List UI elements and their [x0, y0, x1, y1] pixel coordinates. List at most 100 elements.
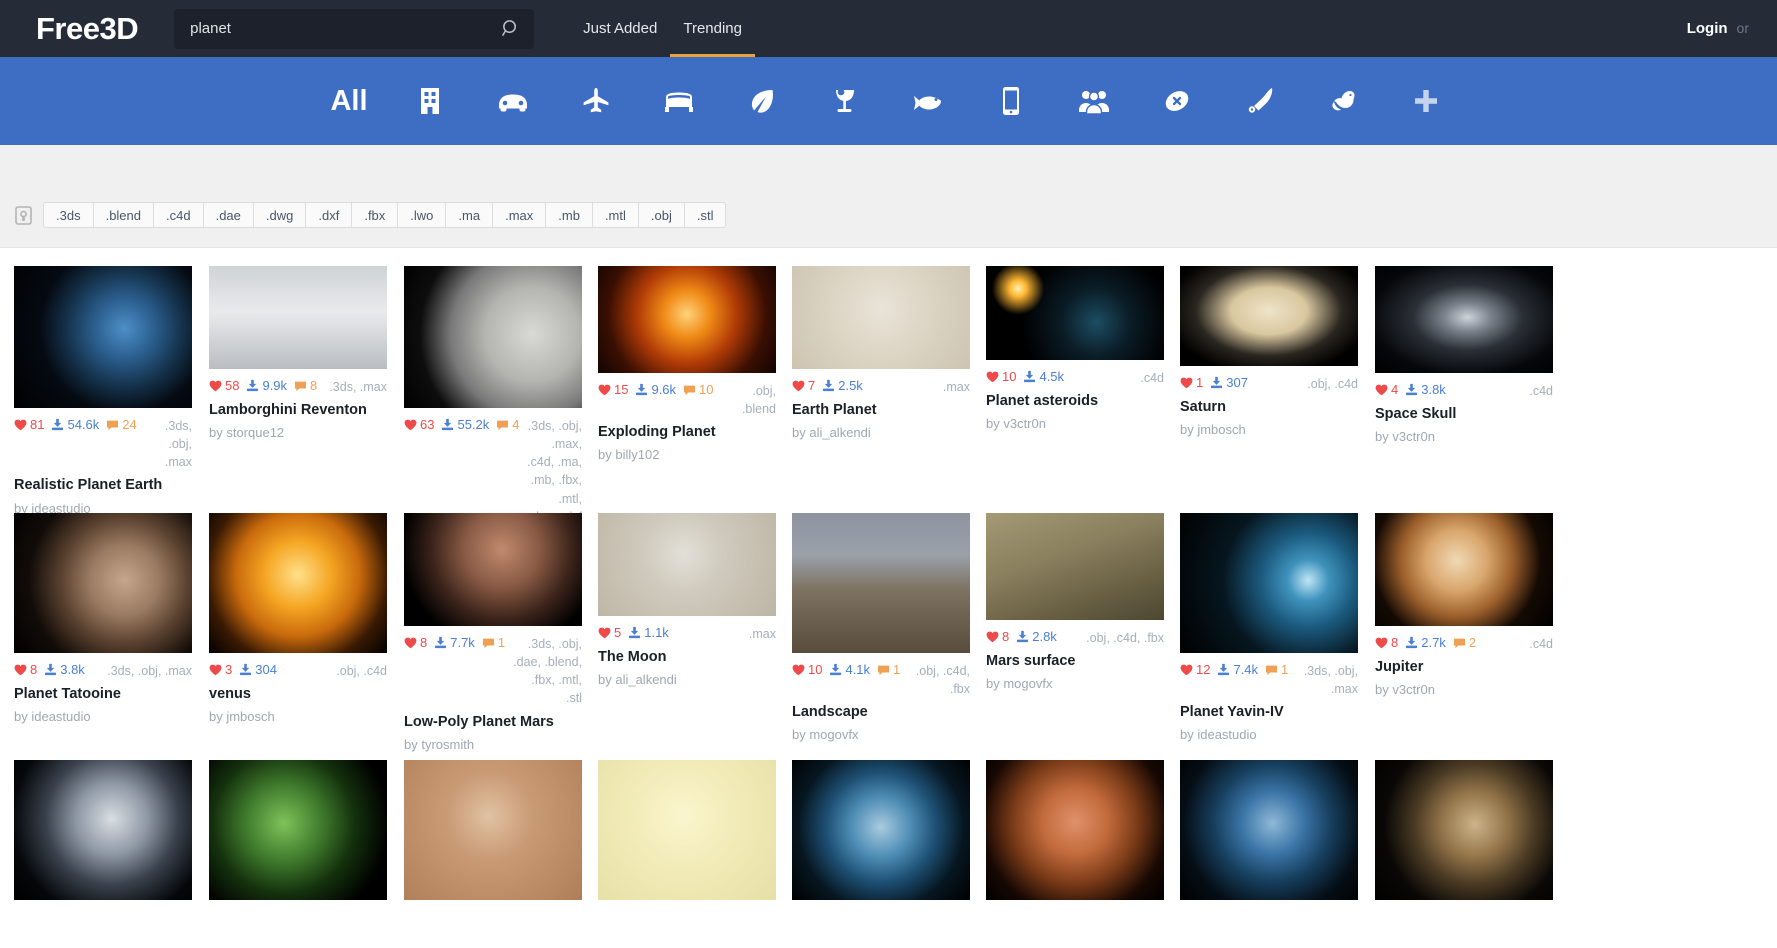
model-author[interactable]: by storque12 [209, 425, 387, 440]
model-thumbnail[interactable] [404, 266, 582, 408]
model-card[interactable] [1375, 760, 1553, 900]
format-chip-dae[interactable]: .dae [202, 202, 253, 228]
model-card[interactable]: 1 307 .obj, .c4d Saturn by jmbosch [1180, 266, 1358, 437]
format-chip-c4d[interactable]: .c4d [153, 202, 203, 228]
site-logo[interactable]: Free3D [36, 13, 139, 44]
category-weapons[interactable] [1239, 76, 1281, 126]
format-chip-stl[interactable]: .stl [683, 202, 727, 228]
format-chip-max[interactable]: .max [492, 202, 546, 228]
model-thumbnail[interactable] [1180, 760, 1358, 900]
model-card[interactable]: 81 54.6k 24 .3ds, .obj, .max Realistic Plane… [14, 266, 192, 516]
category-furniture[interactable] [658, 76, 700, 126]
format-chip-mtl[interactable]: .mtl [591, 202, 638, 228]
category-more[interactable] [1405, 76, 1447, 126]
model-thumbnail[interactable] [598, 513, 776, 616]
model-author[interactable]: by jmbosch [1180, 422, 1358, 437]
category-sports[interactable] [1156, 76, 1198, 126]
model-card[interactable] [792, 760, 970, 900]
model-card[interactable]: 7 2.5k .max Earth Planet by ali_alkendi [792, 266, 970, 440]
model-title[interactable]: Jupiter [1375, 658, 1553, 676]
model-title[interactable]: Exploding Planet [598, 423, 776, 441]
category-aircraft[interactable] [575, 76, 617, 126]
format-chip-dxf[interactable]: .dxf [305, 202, 352, 228]
model-title[interactable]: Planet asteroids [986, 392, 1164, 410]
model-card[interactable]: 10 4.5k .c4d Planet asteroids by v3ctr0n [986, 266, 1164, 431]
model-card[interactable]: 8 7.7k 1 .3ds, .obj, .dae, .blend, .fbx, .m… [404, 513, 582, 752]
model-title[interactable]: Landscape [792, 703, 970, 721]
model-thumbnail[interactable] [598, 760, 776, 900]
model-thumbnail[interactable] [14, 513, 192, 653]
model-card[interactable]: 10 4.1k 1 .obj, .c4d, .fbx Landscape by mogov… [792, 513, 970, 742]
model-title[interactable]: Earth Planet [792, 401, 970, 419]
model-card[interactable]: 58 9.9k 8 .3ds, .max Lamborghini Reventon by … [209, 266, 387, 440]
nav-just-added[interactable]: Just Added [570, 0, 670, 57]
model-title[interactable]: venus [209, 685, 387, 703]
model-thumbnail[interactable] [1375, 513, 1553, 626]
search-button[interactable] [501, 19, 520, 38]
model-thumbnail[interactable] [209, 513, 387, 653]
model-title[interactable]: Low-Poly Planet Mars [404, 713, 582, 731]
model-thumbnail[interactable] [209, 266, 387, 369]
format-chip-3ds[interactable]: .3ds [43, 202, 93, 228]
model-author[interactable]: by v3ctr0n [986, 416, 1164, 431]
model-card[interactable]: 8 3.8k .3ds, .obj, .max Planet Tatooine by i… [14, 513, 192, 724]
model-card[interactable]: 8 2.7k 2 .c4d Jupiter by v3ctr0n [1375, 513, 1553, 697]
format-chip-dwg[interactable]: .dwg [252, 202, 306, 228]
model-title[interactable]: Mars surface [986, 652, 1164, 670]
model-title[interactable]: Saturn [1180, 398, 1358, 416]
file-format-icon[interactable] [14, 205, 33, 225]
model-author[interactable]: by billy102 [598, 447, 776, 462]
category-vehicles[interactable] [492, 76, 534, 126]
format-chip-obj[interactable]: .obj [637, 202, 684, 228]
login-link[interactable]: Login [1687, 20, 1728, 37]
model-author[interactable]: by v3ctr0n [1375, 429, 1553, 444]
search-input[interactable] [188, 19, 502, 38]
category-architecture[interactable] [409, 76, 451, 126]
model-thumbnail[interactable] [404, 513, 582, 626]
model-thumbnail[interactable] [792, 513, 970, 653]
model-thumbnail[interactable] [14, 266, 192, 408]
model-title[interactable]: Lamborghini Reventon [209, 401, 387, 419]
model-title[interactable]: Realistic Planet Earth [14, 476, 192, 494]
category-birds[interactable] [1322, 76, 1364, 126]
model-card[interactable]: 4 3.8k .c4d Space Skull by v3ctr0n [1375, 266, 1553, 444]
model-thumbnail[interactable] [1180, 266, 1358, 366]
model-thumbnail[interactable] [986, 513, 1164, 620]
model-title[interactable]: Planet Tatooine [14, 685, 192, 703]
model-thumbnail[interactable] [986, 760, 1164, 900]
format-chip-ma[interactable]: .ma [445, 202, 493, 228]
format-chip-fbx[interactable]: .fbx [351, 202, 398, 228]
model-author[interactable]: by ali_alkendi [598, 672, 776, 687]
model-author[interactable]: by ideastudio [14, 709, 192, 724]
model-author[interactable]: by mogovfx [986, 676, 1164, 691]
model-author[interactable]: by ideastudio [1180, 727, 1358, 742]
model-author[interactable]: by jmbosch [209, 709, 387, 724]
model-title[interactable]: The Moon [598, 648, 776, 666]
category-food[interactable] [824, 76, 866, 126]
model-thumbnail[interactable] [792, 760, 970, 900]
model-thumbnail[interactable] [792, 266, 970, 369]
search-bar[interactable] [174, 8, 535, 49]
model-thumbnail[interactable] [209, 760, 387, 900]
model-author[interactable]: by v3ctr0n [1375, 682, 1553, 697]
model-card[interactable]: 3 304 .obj, .c4d venus by jmbosch [209, 513, 387, 724]
category-characters[interactable] [1073, 76, 1115, 126]
model-title[interactable]: Space Skull [1375, 405, 1553, 423]
model-thumbnail[interactable] [14, 760, 192, 900]
model-thumbnail[interactable] [1375, 266, 1553, 373]
model-card[interactable] [209, 760, 387, 900]
format-chip-blend[interactable]: .blend [92, 202, 153, 228]
model-thumbnail[interactable] [1375, 760, 1553, 900]
model-author[interactable]: by mogovfx [792, 727, 970, 742]
model-card[interactable] [404, 760, 582, 900]
model-card[interactable] [1180, 760, 1358, 900]
category-all[interactable]: All [330, 76, 367, 126]
model-author[interactable]: by ali_alkendi [792, 425, 970, 440]
model-card[interactable] [986, 760, 1164, 900]
nav-trending[interactable]: Trending [670, 0, 755, 57]
model-card[interactable] [598, 760, 776, 900]
format-chip-mb[interactable]: .mb [545, 202, 592, 228]
model-card[interactable] [14, 760, 192, 900]
model-author[interactable]: by tyrosmith [404, 737, 582, 752]
model-card[interactable]: 5 1.1k .max The Moon by ali_alkendi [598, 513, 776, 687]
